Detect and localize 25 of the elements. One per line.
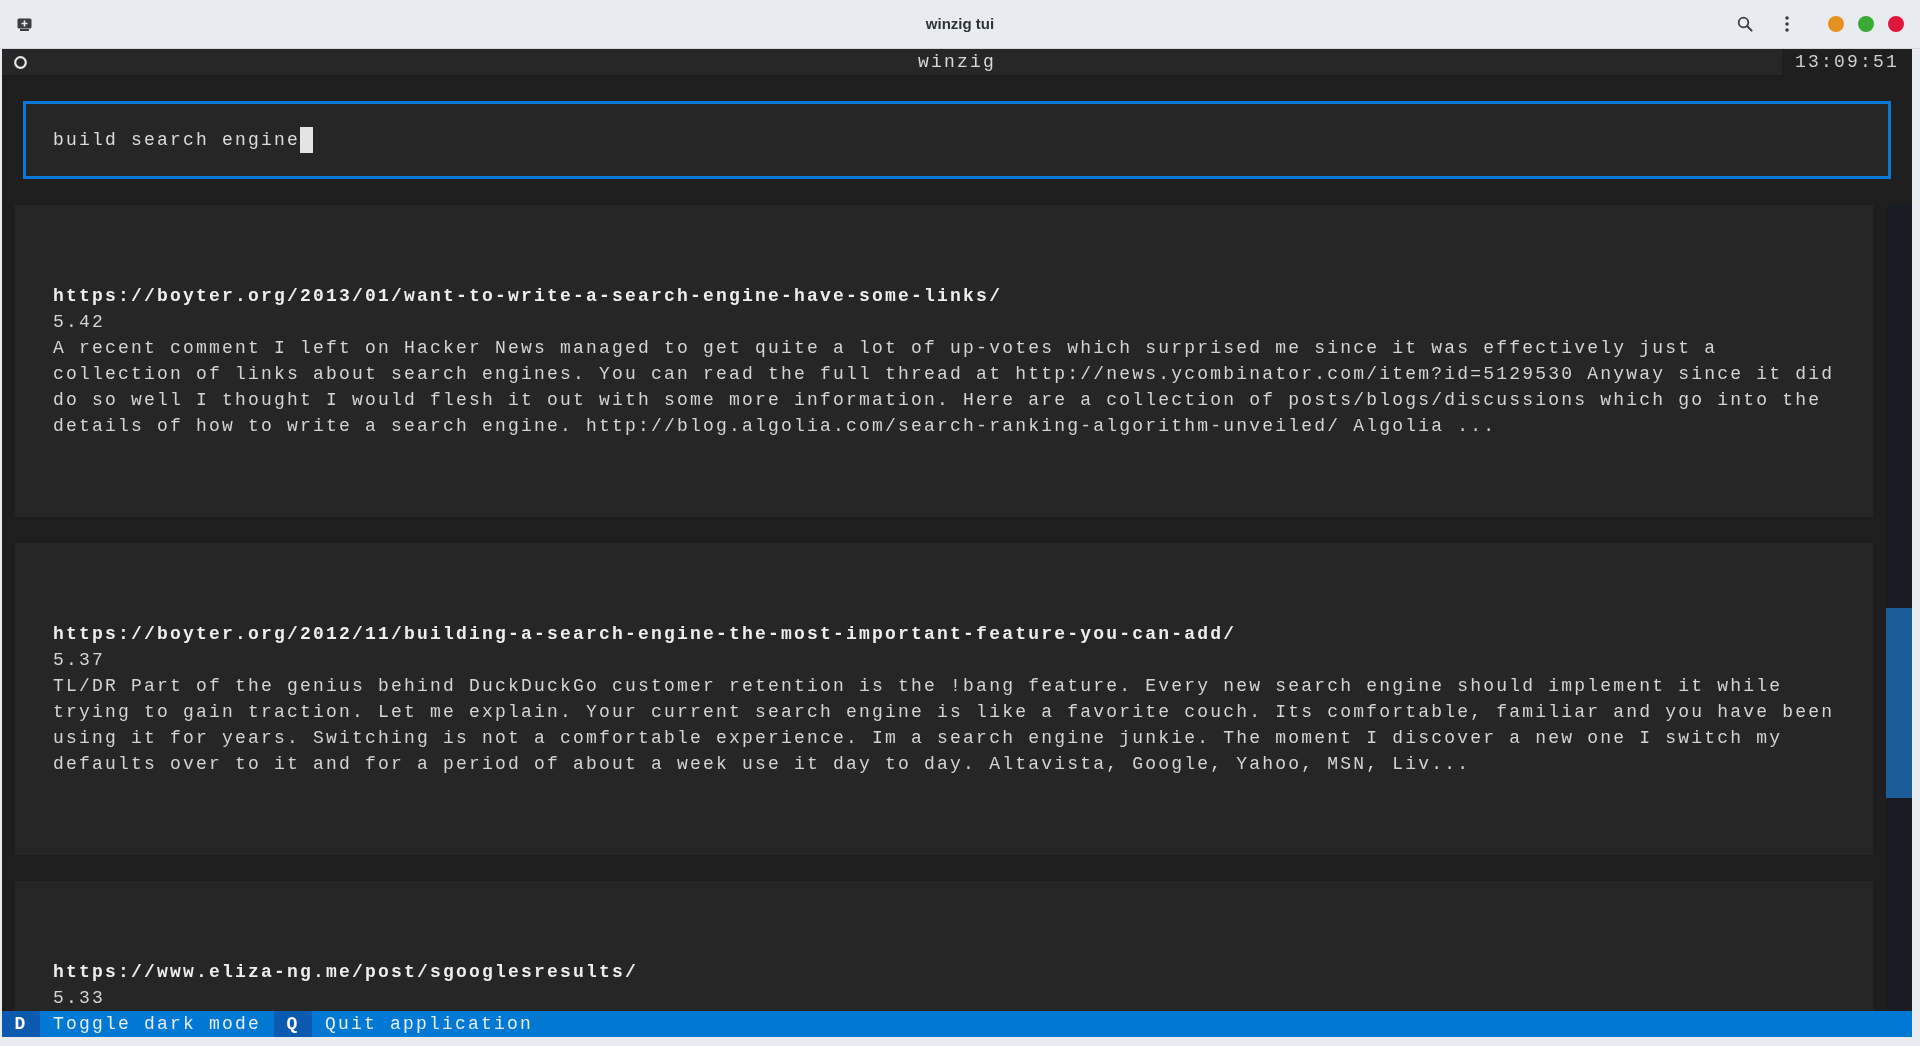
result-score: 5.42 <box>53 311 105 334</box>
app-title: winzig <box>918 51 996 74</box>
result-score: 5.33 <box>53 987 105 1010</box>
shortcut-label[interactable]: Quit application <box>312 1011 547 1037</box>
result-snippet: A recent comment I left on Hacker News managed to get quite a lot of up-votes which surprised me since it was effectively just a collection of links about search engines. You can read the full thread at http://news.ycombinator.com/item?id=5129530 Anyway since it did do so well I thought I would flesh it out with some more information. Here are a collection of posts/blogs/discussions which go into the details of how to write a search engine. http://blog.algolia.com/search-ranking-algorithm-unveiled/ Algolia ... <box>53 337 1836 438</box>
maximize-icon[interactable] <box>1858 16 1874 32</box>
shortcut-label[interactable]: Toggle dark mode <box>40 1011 275 1037</box>
shortcut-key[interactable]: Q <box>274 1011 313 1037</box>
plus-square-icon[interactable] <box>17 17 32 31</box>
close-icon[interactable] <box>1888 16 1904 32</box>
shortcut-key[interactable]: D <box>2 1011 40 1037</box>
result-score: 5.37 <box>53 649 105 672</box>
window-title: winzig tui <box>925 13 995 34</box>
text-cursor-icon <box>300 127 314 153</box>
search-icon[interactable] <box>1737 16 1753 32</box>
circle-icon <box>14 55 27 69</box>
scrollbar-thumb[interactable] <box>1886 608 1912 798</box>
result-url: https://www.eliza-ng.me/post/sgooglesresults/ <box>53 961 640 984</box>
minimize-icon[interactable] <box>1828 16 1844 32</box>
result-url: https://boyter.org/2013/01/want-to-write-a-search-engine-have-some-links/ <box>53 285 1004 308</box>
result-url: https://boyter.org/2012/11/building-a-search-engine-the-most-important-feature-you-can-add/ <box>53 623 1238 646</box>
clock-text: 13:09:51 <box>1782 49 1912 75</box>
result-snippet: TL/DR Part of the genius behind DuckDuckGo customer retention is the !bang feature. Every new search engine should implement it while trying to gain traction. Let me explain. Your current search engine is like a favorite couch. Its comfortable, familiar and you have been using it for years. Switching is not a comfortable experience. Im a search engine junkie. The moment I discover a new one I switch my defaults over to it and for a period of about a week use it day to day. Altavista, Google, Yahoo, MSN, Liv... <box>53 675 1836 776</box>
kebab-menu-icon[interactable] <box>1785 16 1789 32</box>
search-field[interactable]: build search engine <box>23 101 1891 179</box>
